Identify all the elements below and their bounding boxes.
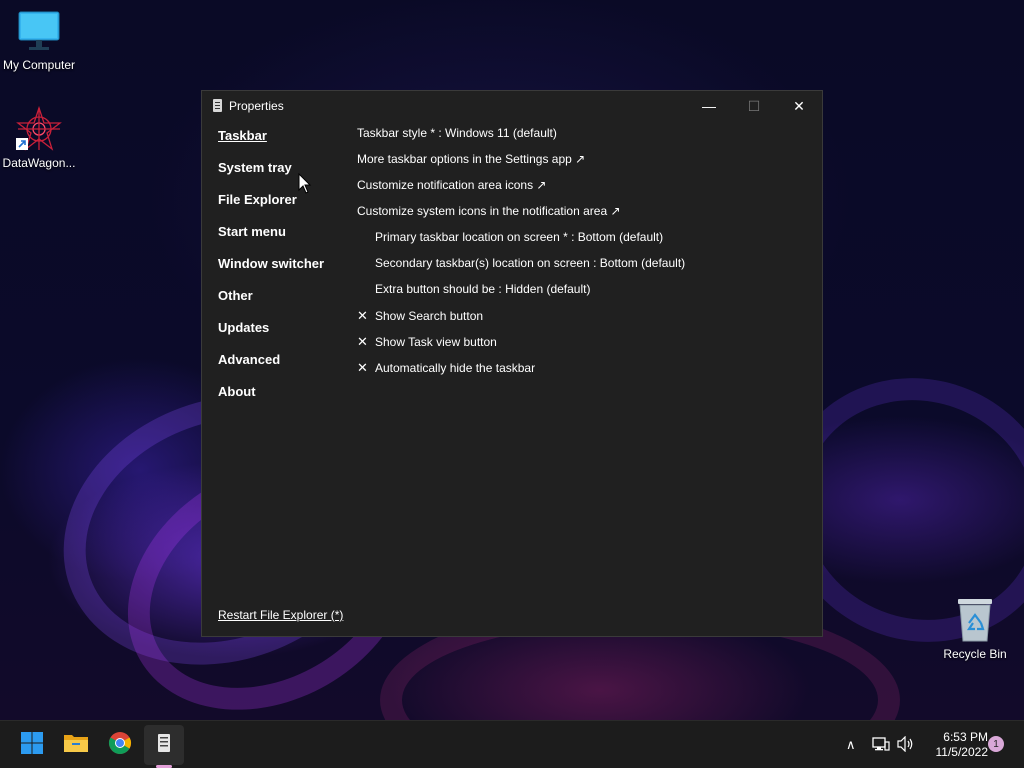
mouse-cursor-icon [298,172,312,200]
taskbar-file-explorer-button[interactable] [56,725,96,765]
nav-item-about[interactable]: About [218,384,256,399]
window-title: Properties [229,99,284,113]
desktop-icon-datawagon[interactable]: DataWagon... [0,105,81,170]
nav-item-taskbar[interactable]: Taskbar [218,128,267,143]
speaker-icon [897,735,915,755]
network-icon [872,736,890,755]
clock-date: 11/5/2022 [935,745,989,759]
volume-button[interactable] [897,721,915,768]
window-titlebar[interactable]: Properties — ☐ ✕ [202,91,822,121]
nav-item-advanced[interactable]: Advanced [218,352,280,367]
checkbox-show-task-view-button[interactable]: ✕ Show Task view button [357,334,497,350]
taskbar-properties-button[interactable] [144,725,184,765]
nav-item-updates[interactable]: Updates [218,320,269,335]
start-button[interactable] [12,725,52,765]
desktop-icon-label: DataWagon... [2,156,76,170]
checkbox-auto-hide-taskbar[interactable]: ✕ Automatically hide the taskbar [357,360,535,376]
taskbar-clock[interactable]: 6:53 PM 11/5/2022 [922,730,989,760]
nav-item-start-menu[interactable]: Start menu [218,224,286,239]
unchecked-x-icon: ✕ [357,308,368,323]
link-taskbar-settings-app[interactable]: More taskbar options in the Settings app… [357,152,585,166]
maximize-button[interactable]: ☐ [731,91,777,121]
taskbar: ∧ 6:53 PM 11/5/2022 [0,720,1024,768]
file-explorer-icon [63,732,89,759]
desktop-icon-my-computer[interactable]: My Computer [0,10,81,72]
minimize-button[interactable]: — [686,91,732,121]
link-system-icons-notification-area[interactable]: Customize system icons in the notificati… [357,204,621,218]
notification-badge[interactable]: 1 [988,736,1004,752]
option-extra-button[interactable]: Extra button should be : Hidden (default… [375,282,590,296]
desktop-icon-recycle-bin[interactable]: Recycle Bin [933,597,1017,661]
properties-window: Properties — ☐ ✕ Taskbar System tray Fil… [201,90,823,637]
datawagon-shortcut-icon [16,105,62,152]
recycle-bin-icon [955,597,995,643]
unchecked-x-icon: ✕ [357,360,368,375]
start-icon [20,731,44,760]
nav-item-other[interactable]: Other [218,288,253,303]
chevron-up-icon: ∧ [846,737,856,752]
show-hidden-icons-button[interactable]: ∧ [846,721,856,768]
restart-file-explorer-link[interactable]: Restart File Explorer (*) [218,608,343,622]
network-button[interactable] [872,721,890,768]
desktop-icon-label: My Computer [2,58,76,72]
checkbox-label: Automatically hide the taskbar [375,361,536,375]
clock-time: 6:53 PM [943,730,988,744]
properties-app-icon [157,733,171,758]
close-button[interactable]: ✕ [776,91,822,121]
option-secondary-taskbar-location[interactable]: Secondary taskbar(s) location on screen … [375,256,685,270]
option-primary-taskbar-location[interactable]: Primary taskbar location on screen * : B… [375,230,663,244]
chrome-icon [108,731,132,760]
checkbox-label: Show Task view button [375,335,497,349]
properties-app-icon [213,99,222,112]
nav-item-file-explorer[interactable]: File Explorer [218,192,297,207]
link-notification-area-icons[interactable]: Customize notification area icons ↗ [357,178,546,192]
taskbar-chrome-button[interactable] [100,725,140,765]
option-taskbar-style[interactable]: Taskbar style * : Windows 11 (default) [357,126,557,140]
nav-item-system-tray[interactable]: System tray [218,160,292,175]
monitor-icon [17,10,61,54]
checkbox-show-search-button[interactable]: ✕ Show Search button [357,308,483,324]
unchecked-x-icon: ✕ [357,334,368,349]
nav-item-window-switcher[interactable]: Window switcher [218,256,324,271]
desktop-icon-label: Recycle Bin [943,647,1007,661]
checkbox-label: Show Search button [375,309,484,323]
